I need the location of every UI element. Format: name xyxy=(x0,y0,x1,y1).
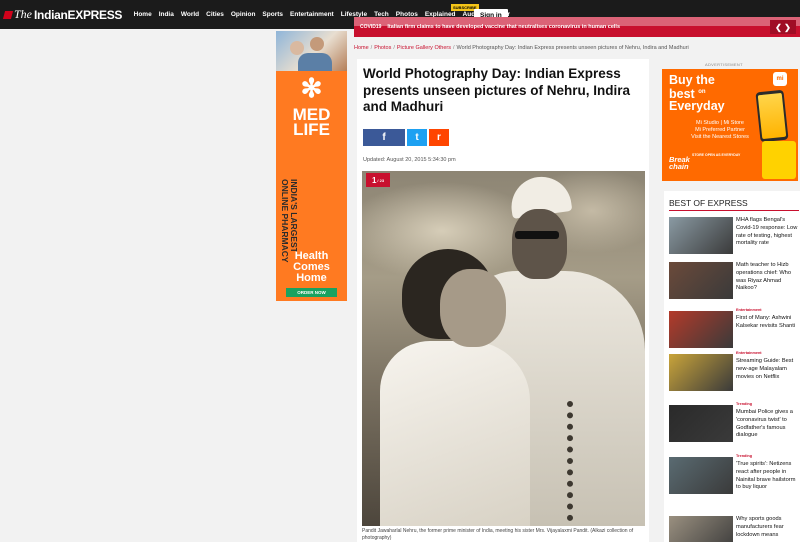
list-item-category: Trending xyxy=(736,402,753,406)
mi-ad-on: on xyxy=(698,89,706,95)
list-item-title[interactable]: Streaming Guide: Best new-age Malayalam … xyxy=(736,358,800,381)
photo-caption: Pandit Jawaharlal Nehru, the former prim… xyxy=(362,528,634,541)
breadcrumb-photos[interactable]: Photos xyxy=(374,45,391,51)
facebook-share-icon[interactable]: f xyxy=(363,129,405,146)
list-item-thumbnail[interactable] xyxy=(669,311,733,348)
nav-item-entertainment[interactable]: Entertainment xyxy=(287,11,338,18)
site-logo[interactable]: The IndianEXPRESS xyxy=(2,7,123,22)
list-item-thumbnail[interactable] xyxy=(669,516,733,542)
mi-ad[interactable]: Buy the best on Everyday mi Mi Studio | … xyxy=(662,69,798,181)
breadcrumb-current: World Photography Day: Indian Express pr… xyxy=(456,45,689,51)
breadcrumb-home[interactable]: Home xyxy=(354,45,369,51)
breadcrumb-sep: / xyxy=(393,45,395,51)
updated-timestamp: Updated: August 20, 2015 5:34:30 pm xyxy=(363,157,456,163)
nav-item-home[interactable]: Home xyxy=(130,11,155,18)
medlife-brand: MED LIFE xyxy=(292,105,331,139)
mi-ad-brand: Break chain xyxy=(669,155,690,171)
news-ticker[interactable]: COVID19 Italian firm claims to have deve… xyxy=(354,17,800,37)
medlife-ad[interactable]: ✻ MED LIFE INDIA'S LARGEST ONLINE PHARMA… xyxy=(276,31,347,301)
list-item-title[interactable]: Why sports goods manufacturers fear lock… xyxy=(736,516,800,539)
list-item-thumbnail[interactable] xyxy=(669,405,733,442)
logo-brand: IndianEXPRESS xyxy=(34,7,123,22)
list-item-category: Entertainment xyxy=(736,308,762,312)
breadcrumb: Home / Photos / Picture Gallery Others / World… xyxy=(354,45,689,51)
list-item-thumbnail[interactable] xyxy=(669,262,733,299)
breadcrumb-sep: / xyxy=(452,45,455,51)
ad-family-photo xyxy=(276,31,347,71)
medlife-logo-icon: ✻ xyxy=(300,73,323,103)
best-of-heading: BEST OF EXPRESS xyxy=(669,198,748,208)
list-item-category: Entertainment xyxy=(736,351,762,355)
list-item-title[interactable]: First of Many: Ashwini Kalsekar revisits… xyxy=(736,315,800,331)
mi-ad-lines: Mi Studio | Mi Store Mi Preferred Partne… xyxy=(691,120,749,140)
ticker-controls[interactable]: ❮ ❯ xyxy=(770,20,796,34)
heading-rule xyxy=(669,210,799,211)
mi-ad-everyday: Everyday xyxy=(669,99,725,114)
logo-mark-icon xyxy=(2,10,14,19)
share-bar: f t r xyxy=(363,129,449,146)
mi-ad-headline: Buy the best on Everyday xyxy=(669,73,725,114)
list-item-thumbnail[interactable] xyxy=(669,354,733,391)
ticker-fade xyxy=(354,17,800,26)
list-item-thumbnail[interactable] xyxy=(669,217,733,254)
slide-total: / 23 xyxy=(377,177,385,183)
nav-item-sports[interactable]: Sports xyxy=(259,11,287,18)
list-item-title[interactable]: Mumbai Police gives a 'coronavirus twist… xyxy=(736,409,800,440)
nav-item-opinion[interactable]: Opinion xyxy=(227,11,259,18)
reddit-share-icon[interactable]: r xyxy=(429,129,449,146)
order-now-button[interactable]: ORDER NOW xyxy=(286,288,337,297)
list-item-title[interactable]: Math teacher to Hizb operations chief: W… xyxy=(736,262,800,293)
medlife-tagline: Health Comes Home xyxy=(293,250,330,284)
article-title: World Photography Day: Indian Express pr… xyxy=(363,66,631,114)
gallery-photo[interactable]: 1/ 23 xyxy=(362,171,645,526)
list-item-title[interactable]: MHA flags Bengal's Covid-19 response: Lo… xyxy=(736,217,800,248)
logo-the: The xyxy=(14,7,32,21)
mi-ad-visit: STORE OPEN AS EVERYDAY xyxy=(692,153,741,157)
list-item-thumbnail[interactable] xyxy=(669,457,733,494)
mi-ad-buy: Buy the xyxy=(669,73,715,87)
nav-item-cities[interactable]: Cities xyxy=(203,11,228,18)
breadcrumb-gallery[interactable]: Picture Gallery Others xyxy=(397,45,451,51)
list-item-category: Trending xyxy=(736,454,753,458)
nav-item-india[interactable]: India xyxy=(155,11,177,18)
slide-counter: 1/ 23 xyxy=(366,173,390,187)
slide-index: 1 xyxy=(371,175,377,185)
mi-logo-icon: mi xyxy=(773,72,787,86)
shopping-bag-icon xyxy=(762,141,796,179)
twitter-share-icon[interactable]: t xyxy=(407,129,427,146)
best-of-express: BEST OF EXPRESS MHA flags Bengal's Covid… xyxy=(664,191,800,542)
breadcrumb-sep: / xyxy=(370,45,373,51)
ad-label: ADVERTISEMENT xyxy=(705,62,743,67)
list-item-title[interactable]: 'True spirits': Netizens react after peo… xyxy=(736,461,800,492)
nav-item-world[interactable]: World xyxy=(177,11,202,18)
